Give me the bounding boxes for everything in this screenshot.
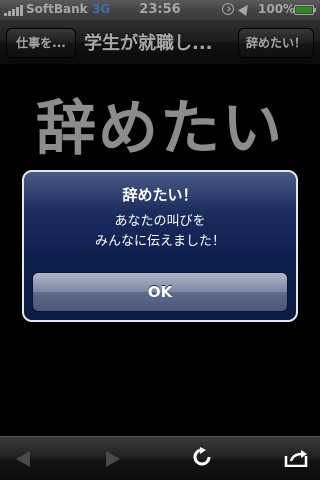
back-arrow-icon[interactable] xyxy=(16,451,30,467)
forward-arrow-icon[interactable] xyxy=(106,451,120,467)
alert-message-line-1: あなたの叫びを xyxy=(114,214,206,229)
share-icon[interactable] xyxy=(284,449,308,467)
reload-icon[interactable] xyxy=(192,447,212,467)
alert-title: 辞めたい！ xyxy=(122,186,198,204)
ok-button[interactable]: OK xyxy=(32,272,288,312)
alert-message-line-2: みんなに伝えました！ xyxy=(94,234,225,249)
browser-toolbar xyxy=(0,436,320,480)
alert-dialog: 辞めたい！ あなたの叫びを みんなに伝えました！ OK xyxy=(22,170,298,322)
alert-message: あなたの叫びを みんなに伝えました！ xyxy=(24,212,296,252)
